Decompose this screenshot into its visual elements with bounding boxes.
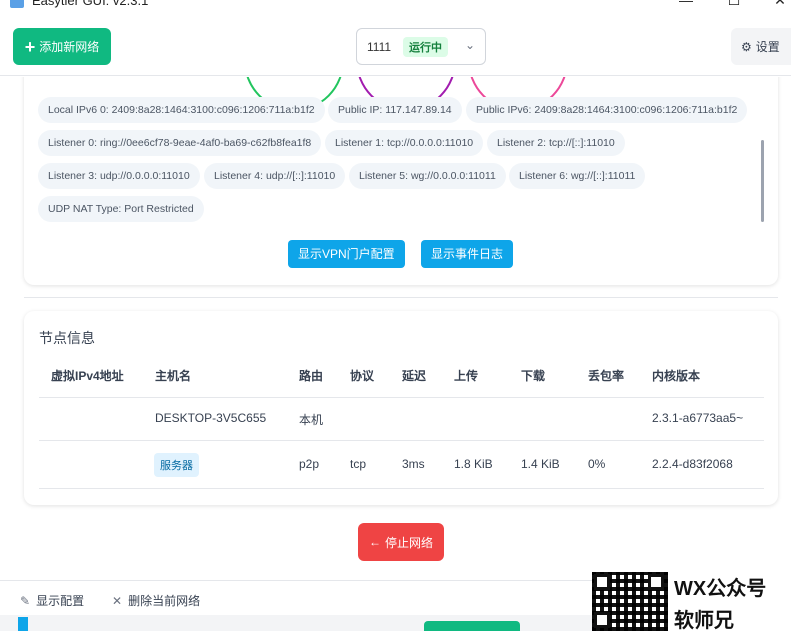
chip-listener-4: Listener 4: udp://[::]:11010 [204, 163, 346, 189]
row2-version: 2.2.4-d83f2068 [652, 457, 733, 471]
row1-route: 本机 [299, 413, 324, 427]
row2-upload: 1.8 KiB [454, 457, 493, 471]
window-titlebar: Easytier GUI: v2.3.1 — ☐ ✕ [0, 0, 791, 14]
app-icon [10, 0, 24, 8]
col-hostname: 主机名 [155, 369, 192, 383]
watermark: WX公众号 软师兄 [592, 570, 791, 631]
chip-public-ipv6: Public IPv6: 2409:8a28:1464:3100:c096:12… [466, 97, 748, 123]
watermark-line2: 软师兄 [674, 610, 734, 631]
row-divider [39, 397, 764, 398]
chip-local-ipv6: Local IPv6 0: 2409:8a28:1464:3100:c096:1… [38, 97, 325, 123]
row2-route: p2p [299, 457, 320, 471]
scrollbar[interactable] [761, 140, 764, 222]
network-select-value: 1111 [367, 39, 392, 54]
chip-listener-3: Listener 3: udp://0.0.0.0:11010 [38, 163, 200, 189]
col-ipv4: 虚拟IPv4地址 [51, 369, 124, 383]
col-route: 路由 [299, 369, 324, 383]
chip-public-ip: Public IP: 117.147.89.14 [328, 97, 462, 123]
col-download: 下载 [521, 369, 546, 383]
stop-network-button[interactable]: ← 停止网络 [358, 523, 444, 561]
row1-hostname: DESKTOP-3V5C655 [155, 411, 267, 425]
chip-listener-5: Listener 5: wg://0.0.0.0:11011 [349, 163, 506, 189]
chip-listener-0: Listener 0: ring://0ee6cf78-9eae-4af0-ba… [38, 130, 322, 156]
row2-download: 1.4 KiB [521, 457, 560, 471]
row2-loss: 0% [588, 457, 606, 471]
main-content: Local IPv6 0: 2409:8a28:1464:3100:c096:1… [0, 77, 791, 580]
arrow-left-icon: ← [368, 535, 381, 549]
col-upload: 上传 [454, 369, 479, 383]
chip-udp-nat-type: UDP NAT Type: Port Restricted [38, 196, 204, 222]
show-config-label: 显示配置 [36, 594, 85, 608]
edit-icon: ✎ [20, 593, 31, 608]
row2-latency: 3ms [402, 457, 425, 471]
node-status-card: Local IPv6 0: 2409:8a28:1464:3100:c096:1… [24, 77, 778, 285]
stop-network-label: 停止网络 [384, 535, 433, 550]
show-event-log-button[interactable]: 显示事件日志 [421, 240, 514, 268]
col-protocol: 协议 [350, 369, 375, 383]
row-divider [39, 488, 764, 489]
divider [24, 297, 778, 298]
chevron-down-icon: ⌄ [464, 38, 475, 52]
toolbar: + 添加新网络 1111 运行中 ⌄ ⚙ 设置 [0, 14, 791, 76]
settings-label: 设置 [755, 40, 780, 54]
gear-icon: ⚙ [741, 39, 752, 54]
delete-network-button[interactable]: ✕ 删除当前网络 [112, 592, 200, 609]
maximize-button[interactable]: ☐ [714, 0, 754, 9]
show-config-button[interactable]: ✎ 显示配置 [20, 592, 84, 609]
close-button[interactable]: ✕ [760, 0, 791, 9]
col-latency: 延迟 [402, 369, 427, 383]
col-loss: 丢包率 [588, 369, 625, 383]
add-network-label: 添加新网络 [39, 40, 100, 54]
qr-finder [594, 612, 610, 628]
row2-hostname-badge: 服务器 [154, 453, 199, 477]
qr-code-image [592, 572, 668, 631]
show-vpn-portal-button[interactable]: 显示VPN门户配置 [288, 240, 405, 268]
peer-info-card: 节点信息 虚拟IPv4地址 主机名 路由 协议 延迟 上传 下载 丢包率 内核版… [24, 311, 778, 505]
col-version: 内核版本 [652, 369, 701, 383]
add-network-button[interactable]: + 添加新网络 [13, 28, 111, 65]
row2-protocol: tcp [350, 457, 367, 471]
chip-listener-2: Listener 2: tcp://[::]:11010 [487, 130, 625, 156]
minimize-button[interactable]: — [666, 0, 706, 8]
row1-version: 2.3.1-a6773aa5~ [652, 411, 744, 425]
settings-button[interactable]: ⚙ 设置 [731, 28, 791, 65]
peer-info-heading: 节点信息 [39, 330, 95, 346]
chip-listener-6: Listener 6: wg://[::]:11011 [509, 163, 646, 189]
background-accent [18, 617, 28, 631]
qr-finder [594, 574, 610, 590]
network-select[interactable]: 1111 运行中 ⌄ [356, 28, 486, 65]
delete-network-label: 删除当前网络 [128, 594, 201, 608]
window-title: Easytier GUI: v2.3.1 [32, 0, 149, 8]
row-divider [39, 440, 764, 441]
running-status-badge: 运行中 [403, 36, 449, 57]
chip-listener-1: Listener 1: tcp://0.0.0.0:11010 [325, 130, 484, 156]
watermark-line1: WX公众号 [674, 578, 767, 600]
close-icon: ✕ [112, 593, 123, 608]
background-green-button [424, 621, 520, 631]
qr-finder [648, 574, 664, 590]
plus-icon: + [24, 36, 36, 57]
